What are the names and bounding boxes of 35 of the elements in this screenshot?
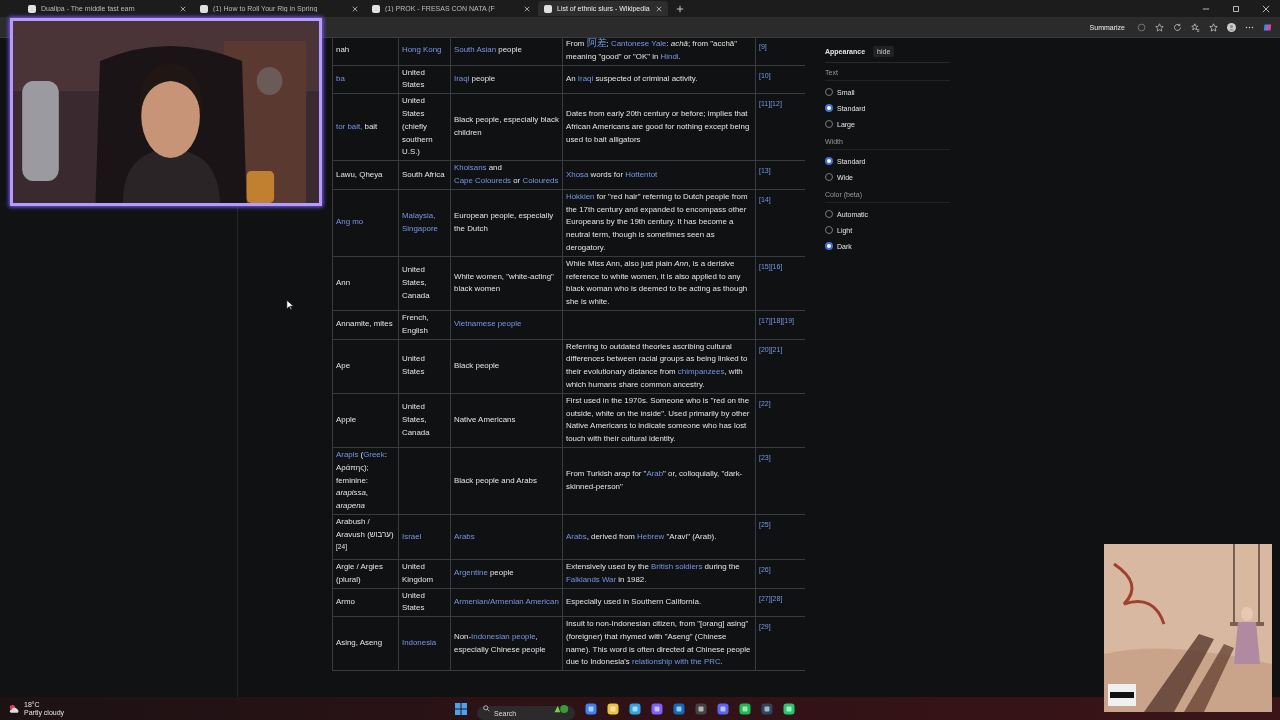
app-icon[interactable] [695, 702, 707, 715]
site-icon [28, 4, 36, 13]
radio-button[interactable] [825, 157, 833, 165]
close-icon[interactable] [1262, 4, 1270, 13]
star-icon[interactable] [1155, 22, 1164, 32]
restore-icon[interactable] [1232, 4, 1240, 13]
app-icon[interactable] [607, 702, 619, 715]
app-icon[interactable] [739, 702, 751, 715]
close-icon[interactable] [656, 5, 662, 12]
search-icon [483, 705, 490, 712]
site-icon [372, 4, 380, 13]
radio-button[interactable] [825, 104, 833, 112]
app-icon[interactable] [651, 702, 663, 715]
reader-icon[interactable] [1137, 22, 1146, 32]
close-icon[interactable] [180, 5, 186, 12]
app-icon[interactable] [783, 702, 795, 715]
avatar-icon[interactable] [1227, 22, 1236, 32]
assistant-icon[interactable] [1263, 22, 1272, 32]
close-icon[interactable] [352, 5, 358, 12]
site-icon [200, 4, 208, 13]
new-tab-icon[interactable] [676, 4, 684, 13]
site-icon [544, 4, 552, 13]
start-icon[interactable] [455, 702, 467, 715]
weather-icon[interactable] [8, 702, 20, 715]
app-icon[interactable] [761, 702, 773, 715]
app-icon[interactable] [629, 702, 641, 715]
app-icon[interactable] [717, 702, 729, 715]
refresh-icon[interactable] [1173, 22, 1182, 32]
cursor-icon [286, 299, 294, 311]
collections-icon[interactable] [1209, 22, 1218, 32]
close-icon[interactable] [524, 5, 530, 12]
app-icon[interactable] [673, 702, 685, 715]
app-icon[interactable] [585, 702, 597, 715]
radio-button[interactable] [825, 242, 833, 250]
favorites-icon[interactable] [1191, 22, 1200, 32]
